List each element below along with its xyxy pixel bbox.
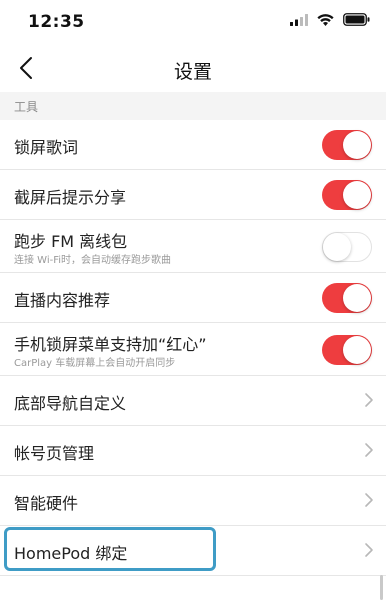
status-icons [290, 13, 370, 26]
chevron-right-icon [364, 492, 374, 512]
running-fm-offline-toggle[interactable] [322, 232, 372, 262]
setting-row-screenshot-share[interactable]: 截屏后提示分享 [0, 170, 386, 220]
setting-label: 直播内容推荐 [14, 291, 111, 310]
signal-icon [290, 13, 308, 26]
chevron-right-icon [364, 442, 374, 462]
setting-row-lockscreen-heart[interactable]: 手机锁屏菜单支持加“红心” CarPlay 车载屏幕上会自动开启同步 [0, 323, 386, 376]
chevron-right-icon [364, 542, 374, 562]
screenshot-share-toggle[interactable] [322, 180, 372, 210]
setting-label: 底部导航自定义 [14, 394, 127, 413]
scroll-indicator [380, 575, 383, 600]
setting-sublabel: CarPlay 车载屏幕上会自动开启同步 [14, 358, 176, 369]
setting-label: 跑步 FM 离线包 [14, 232, 128, 251]
live-recommend-toggle[interactable] [322, 283, 372, 313]
section-title: 工具 [14, 100, 39, 114]
setting-label: 截屏后提示分享 [14, 188, 127, 207]
navigation-bar: 设置 [0, 44, 386, 92]
setting-row-running-fm-offline[interactable]: 跑步 FM 离线包 连接 Wi-Fi时，会自动缓存跑步歌曲 [0, 220, 386, 273]
section-header: 工具 [0, 92, 386, 120]
setting-label: 帐号页管理 [14, 444, 95, 463]
toggle-knob [343, 336, 371, 364]
lockscreen-heart-toggle[interactable] [322, 335, 372, 365]
wifi-icon [317, 13, 334, 26]
setting-row-bottom-nav-custom[interactable]: 底部导航自定义 [0, 376, 386, 426]
toggle-knob [343, 131, 371, 159]
setting-label: 手机锁屏菜单支持加“红心” [14, 335, 207, 354]
setting-label: 锁屏歌词 [14, 138, 79, 157]
setting-row-smart-hardware[interactable]: 智能硬件 [0, 476, 386, 526]
setting-label: HomePod 绑定 [14, 544, 128, 563]
setting-label: 智能硬件 [14, 494, 79, 513]
setting-row-homepod-binding[interactable]: HomePod 绑定 [0, 526, 386, 576]
setting-sublabel: 连接 Wi-Fi时，会自动缓存跑步歌曲 [14, 255, 172, 266]
toggle-knob [343, 284, 371, 312]
setting-row-lockscreen-lyrics[interactable]: 锁屏歌词 [0, 120, 386, 170]
setting-row-account-page[interactable]: 帐号页管理 [0, 426, 386, 476]
page-title: 设置 [173, 61, 212, 83]
setting-row-live-recommend[interactable]: 直播内容推荐 [0, 273, 386, 323]
toggle-knob [343, 181, 371, 209]
toggle-knob [323, 233, 351, 261]
chevron-right-icon [364, 392, 374, 412]
lockscreen-lyrics-toggle[interactable] [322, 130, 372, 160]
battery-icon [343, 13, 370, 26]
settings-list: 锁屏歌词 截屏后提示分享 跑步 FM 离线包 连接 Wi-Fi时，会自动缓存跑步… [0, 120, 386, 576]
status-bar: 12:35 [0, 0, 386, 44]
status-time: 12:35 [28, 12, 85, 32]
